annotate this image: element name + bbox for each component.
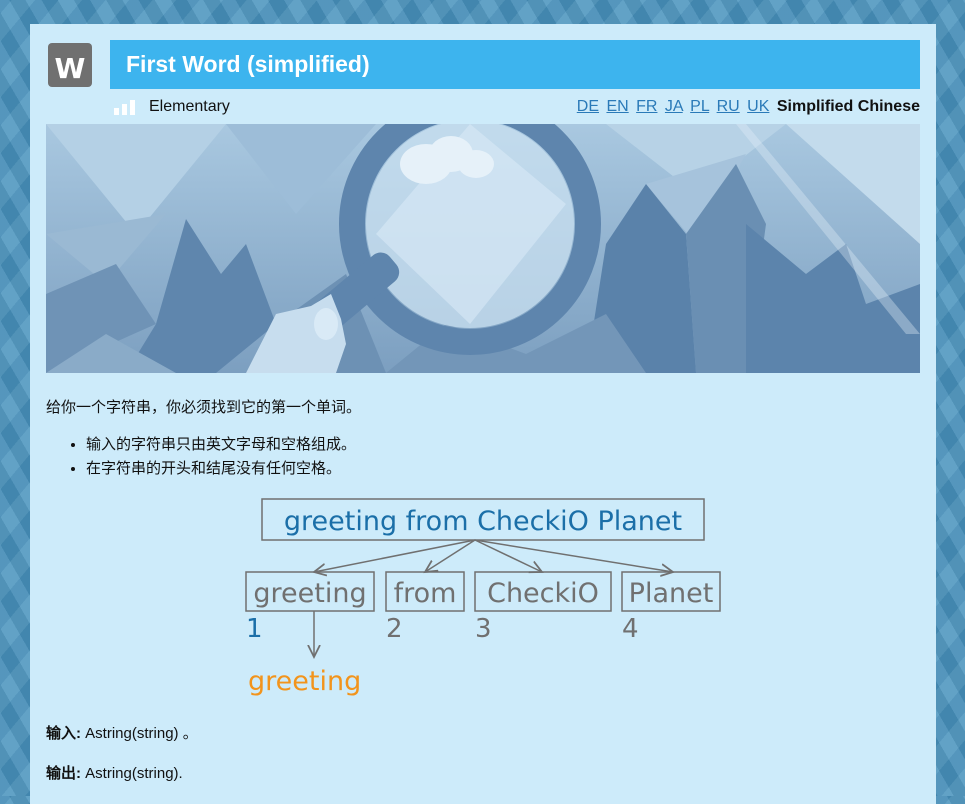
magnifier-illustration	[46, 124, 920, 373]
task-title: First Word (simplified)	[126, 51, 370, 77]
lang-link-en[interactable]: EN	[606, 98, 628, 115]
input-label: 输入:	[46, 725, 81, 742]
rule-item: 在字符串的开头和结尾没有任何空格。	[86, 457, 920, 481]
output-label: 输出:	[46, 765, 81, 782]
word-index: 4	[622, 614, 639, 644]
rule-item: 输入的字符串只由英文字母和空格组成。	[86, 433, 920, 457]
lang-link-uk[interactable]: UK	[747, 98, 769, 115]
input-spec: 输入: Astring(string) 。	[46, 722, 198, 743]
word-index: 1	[246, 614, 263, 644]
task-panel: W First Word (simplified) Elementary DE …	[30, 24, 936, 804]
task-description: 给你一个字符串，你必须找到它的第一个单词。 输入的字符串只由英文字母和空格组成。…	[46, 396, 920, 481]
word-index: 2	[386, 614, 403, 644]
output-text: Astring(string).	[85, 765, 183, 782]
task-title-bar: First Word (simplified)	[110, 40, 920, 89]
word-text: greeting	[253, 578, 366, 609]
difficulty-bars-icon	[114, 99, 135, 115]
first-word-diagram: greeting from CheckiO Planet greeting fr…	[245, 498, 721, 697]
word-text: from	[394, 578, 457, 609]
sentence-text: greeting from CheckiO Planet	[284, 506, 682, 537]
lang-link-ru[interactable]: RU	[717, 98, 740, 115]
word-text: CheckiO	[487, 578, 599, 609]
word-text: Planet	[629, 578, 714, 609]
task-icon-letter: W	[54, 52, 86, 85]
output-spec: 输出: Astring(string).	[46, 762, 183, 783]
word-index: 3	[475, 614, 492, 644]
result-word: greeting	[248, 666, 361, 697]
lang-link-fr[interactable]: FR	[636, 98, 657, 115]
rules-list: 输入的字符串只由英文字母和空格组成。 在字符串的开头和结尾没有任何空格。	[46, 433, 920, 481]
language-switcher: DE EN FR JA PL RU UK Simplified Chinese	[574, 96, 920, 118]
lang-link-ja[interactable]: JA	[665, 98, 683, 115]
lang-link-pl[interactable]: PL	[690, 98, 709, 115]
task-icon: W	[48, 43, 92, 87]
description-intro: 给你一个字符串，你必须找到它的第一个单词。	[46, 399, 362, 416]
lang-link-de[interactable]: DE	[577, 98, 599, 115]
input-text: Astring(string) 。	[85, 725, 198, 742]
difficulty-label: Elementary	[149, 98, 230, 115]
task-banner-image	[46, 124, 920, 373]
lang-active: Simplified Chinese	[776, 98, 920, 115]
difficulty-level: Elementary	[114, 96, 230, 118]
